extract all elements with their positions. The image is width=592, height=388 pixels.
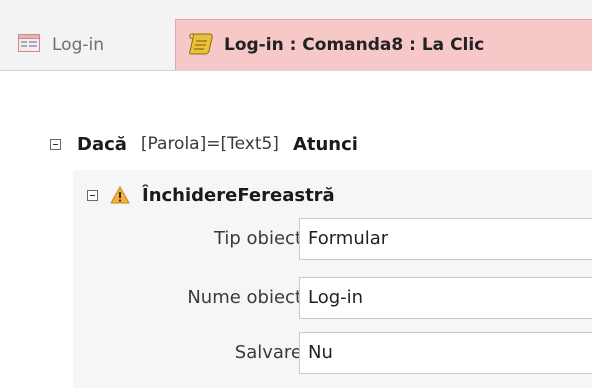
- action-close-window[interactable]: ÎnchidereFereastră Tip obiect Formular N…: [73, 170, 592, 388]
- then-keyword: Atunci: [292, 133, 358, 155]
- document-tab-bar: Log-in Log-in : Comanda8 : La Clic: [0, 0, 592, 71]
- argument-row: Salvare Nu: [73, 332, 592, 374]
- argument-row: Tip obiect Formular: [73, 218, 592, 260]
- save-field[interactable]: Nu: [299, 332, 592, 374]
- object-name-field[interactable]: Log-in: [299, 277, 592, 319]
- action-header: ÎnchidereFereastră: [87, 182, 335, 208]
- argument-row: Nume obiect Log-in: [73, 277, 592, 319]
- argument-label-object-name: Nume obiect: [187, 287, 302, 308]
- argument-label-save: Salvare: [234, 342, 302, 363]
- argument-label-object-type: Tip obiect: [213, 228, 302, 249]
- macro-scroll-icon: [188, 31, 214, 59]
- object-type-field[interactable]: Formular: [299, 218, 592, 260]
- action-name: ÎnchidereFereastră: [142, 184, 335, 206]
- if-condition[interactable]: [Parola]=[Text5]: [141, 134, 279, 154]
- collapse-action-icon[interactable]: [87, 189, 98, 201]
- form-icon: [18, 33, 40, 56]
- tab-label: Log-in: [52, 34, 104, 55]
- tab-log-in-form[interactable]: Log-in: [0, 19, 173, 70]
- tab-label: Log-in : Comanda8 : La Clic: [224, 35, 485, 55]
- collapse-if-icon[interactable]: [50, 138, 61, 150]
- tab-macro-log-in-comanda8[interactable]: Log-in : Comanda8 : La Clic: [175, 19, 592, 70]
- macro-designer: Dacă [Parola]=[Text5] Atunci ÎnchidereFe…: [0, 71, 592, 388]
- warning-icon: [110, 186, 130, 204]
- if-keyword: Dacă: [77, 133, 127, 155]
- if-block-header: Dacă [Parola]=[Text5] Atunci: [50, 131, 358, 157]
